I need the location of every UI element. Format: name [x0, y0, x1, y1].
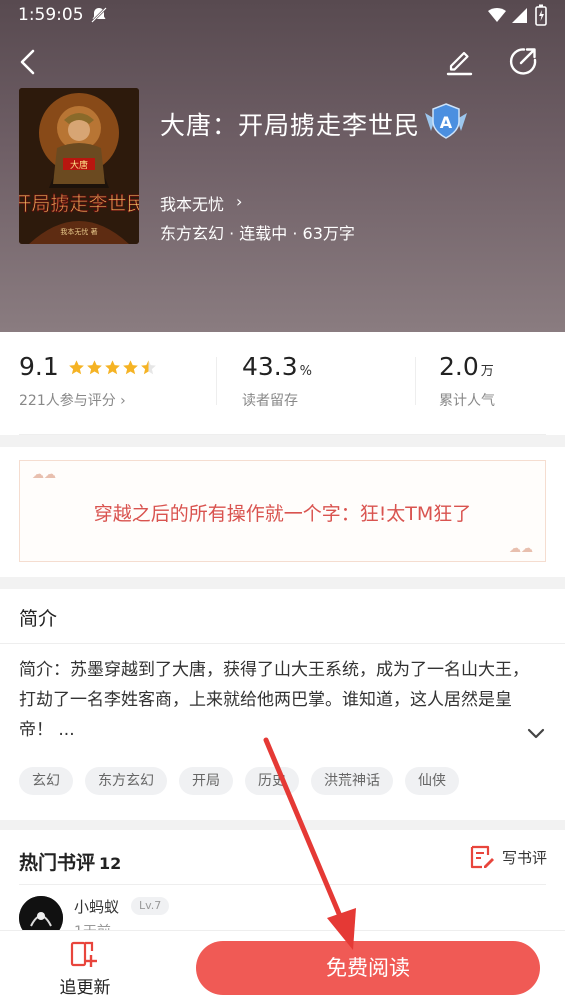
book-header: 1:59:05 开局掳走李世民 大唐 我本无忧 著 大唐：开局掳走李世民 A 我…: [0, 0, 565, 332]
follow-updates-label: 追更新: [59, 978, 111, 998]
slogan-text: 穿越之后的所有操作就一个字：狂!太TM狂了: [93, 503, 472, 525]
popularity-value: 2.0: [439, 352, 479, 381]
rating-value: 9.1: [19, 352, 59, 381]
divider: [19, 884, 546, 885]
signal-icon: [512, 8, 527, 23]
star-icon: [87, 360, 102, 375]
status-bar: 1:59:05: [0, 0, 565, 32]
rating-stars: [68, 359, 157, 379]
cover-tag: 大唐: [70, 159, 88, 171]
divider: [0, 643, 565, 644]
cover-author: 我本无忧 著: [60, 227, 97, 236]
divider: [19, 434, 546, 435]
popularity-unit: 万: [480, 364, 494, 379]
back-icon[interactable]: [14, 46, 44, 78]
share-icon[interactable]: [507, 45, 539, 77]
reviews-count: 12: [99, 854, 122, 873]
reviews-heading: 热门书评 12: [19, 848, 121, 875]
popularity-stat: 2.0 万: [439, 352, 494, 381]
reviewer-name[interactable]: 小蚂蚁: [74, 896, 119, 917]
cover-title: 开局掳走李世民: [19, 193, 139, 215]
bottom-bar: 追更新 免费阅读: [0, 930, 565, 1004]
battery-icon: [535, 4, 547, 26]
book-meta: 东方玄幻 · 连载中 · 63万字: [160, 224, 355, 243]
stats-divider: [415, 357, 416, 405]
chevron-down-icon[interactable]: [525, 722, 547, 744]
follow-updates-button[interactable]: 追更新: [48, 941, 122, 998]
follow-updates-icon: [70, 941, 97, 967]
free-read-button[interactable]: 免费阅读: [196, 941, 540, 995]
retention-stat: 43.3%: [242, 352, 312, 381]
intro-card: 简介 简介：苏墨穿越到了大唐，获得了山大王系统，成为了一名山大王，打劫了一名李姓…: [0, 589, 565, 820]
chevron-right-icon: ›: [236, 192, 243, 211]
tag[interactable]: 历史: [245, 767, 299, 795]
tag-list: 玄幻 东方玄幻 开局 历史 洪荒神话 仙侠: [19, 767, 459, 795]
tag[interactable]: 洪荒神话: [311, 767, 393, 795]
level-a-badge-icon: A: [425, 103, 467, 139]
slogan-card: ☁☁ ☁☁ 穿越之后的所有操作就一个字：狂!太TM狂了: [0, 447, 565, 577]
stats-divider: [216, 357, 217, 405]
cloud-ornament-icon: ☁☁: [32, 467, 56, 481]
star-icon: [105, 360, 120, 375]
tag[interactable]: 玄幻: [19, 767, 73, 795]
edit-icon[interactable]: [444, 46, 474, 76]
reviews-heading-label: 热门书评: [19, 852, 96, 874]
retention-unit: %: [299, 364, 313, 379]
cloud-ornament-icon: ☁☁: [509, 541, 533, 555]
reviewer-level-badge: Lv.7: [131, 897, 170, 915]
status-time: 1:59:05: [18, 5, 84, 25]
star-icon: [123, 360, 138, 375]
write-review-icon: [470, 845, 494, 869]
star-icon: [69, 360, 84, 375]
retention-label: 读者留存: [242, 393, 298, 409]
stats-card: 9.1 221人参与评分 › 43.3% 读者留存 2.0 万 累计人气: [0, 332, 565, 435]
rating-count-link[interactable]: 221人参与评分 ›: [19, 390, 126, 410]
retention-value: 43.3: [242, 352, 298, 381]
intro-heading: 简介: [19, 608, 58, 630]
level-a-badge-label: A: [440, 113, 453, 132]
author-link[interactable]: 我本无忧: [160, 191, 224, 215]
tag[interactable]: 东方玄幻: [85, 767, 167, 795]
write-review-button[interactable]: 写书评: [468, 843, 547, 871]
slogan-frame: ☁☁ ☁☁ 穿越之后的所有操作就一个字：狂!太TM狂了: [19, 460, 546, 562]
book-cover[interactable]: 开局掳走李世民 大唐 我本无忧 著: [19, 88, 139, 244]
notification-icon: [91, 7, 107, 23]
book-title: 大唐：开局掳走李世民: [160, 111, 421, 140]
popularity-label: 累计人气: [439, 393, 495, 409]
wifi-icon: [488, 8, 506, 22]
tag[interactable]: 仙侠: [405, 767, 459, 795]
cover-illustration: 开局掳走李世民 大唐 我本无忧 著: [19, 88, 139, 244]
tag[interactable]: 开局: [179, 767, 233, 795]
star-icon: [141, 360, 156, 375]
intro-text[interactable]: 简介：苏墨穿越到了大唐，获得了山大王系统，成为了一名山大王，打劫了一名李姓客商，…: [19, 655, 529, 745]
write-review-label: 写书评: [502, 848, 548, 867]
